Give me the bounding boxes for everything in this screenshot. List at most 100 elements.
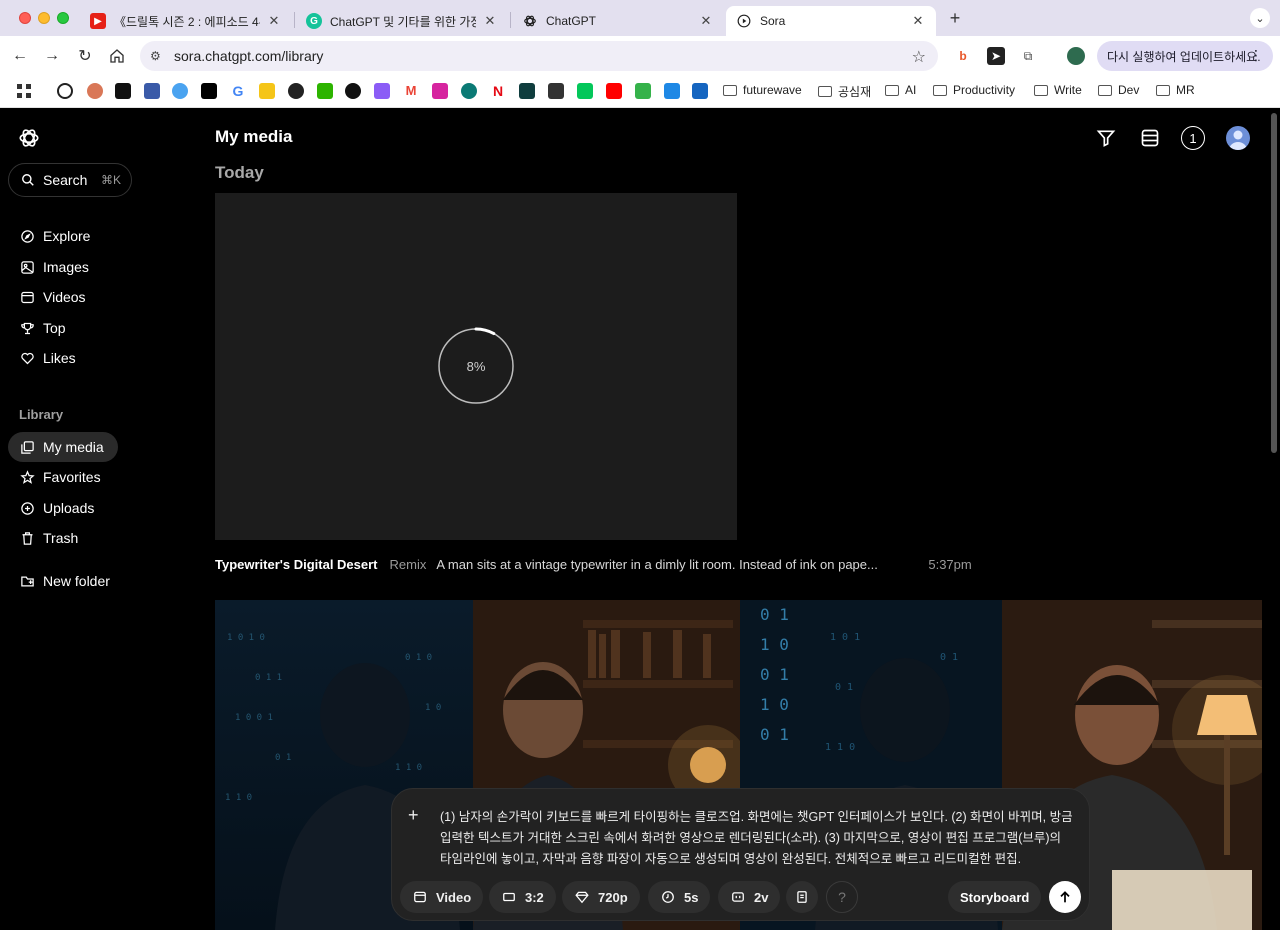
aspect-ratio-button[interactable]: 3:2 [489,881,556,913]
clock-icon [660,889,676,905]
bookmark-folder[interactable]: Dev [1098,83,1139,97]
nav-trash[interactable]: Trash [8,523,118,553]
bookmark-folder[interactable]: Productivity [933,83,1015,97]
browser-tab-sora[interactable]: Sora ✕ [726,6,936,36]
bookmark-icon[interactable] [115,83,131,99]
update-button[interactable]: 다시 실행하여 업데이트하세요. ⋮ [1097,41,1273,71]
bookmark-icon[interactable] [144,83,160,99]
bookmark-icon[interactable] [259,83,275,99]
bookmark-icon[interactable] [664,83,680,99]
nav-uploads[interactable]: Uploads [8,493,118,523]
bookmark-icon[interactable] [172,83,188,99]
nav-favorites[interactable]: Favorites [8,462,118,492]
gmail-bookmark-icon[interactable]: M [403,83,419,99]
bookmark-icon[interactable] [317,83,333,99]
bookmark-icon[interactable] [461,83,477,99]
bookmark-icon[interactable] [374,83,390,99]
video-icon [412,889,428,905]
video-title[interactable]: Typewriter's Digital Desert [215,557,378,572]
netflix-bookmark-icon[interactable]: N [490,83,506,99]
video-tile-generating[interactable]: 8% [215,193,737,540]
remix-tag: Remix [389,557,427,572]
resolution-button[interactable]: 720p [562,881,640,913]
browser-tab-youtube[interactable]: ▶ 《드릴톡 시즌 2 : 에피소드 4-1 – D ✕ [80,6,292,36]
bookmark-folder[interactable]: AI [885,83,916,97]
google-bookmark-icon[interactable]: G [230,83,246,99]
bookmark-icon[interactable] [201,83,217,99]
prompt-composer: + (1) 남자의 손가락이 키보드를 빠르게 타이핑하는 클로즈업. 화면에는… [391,788,1090,921]
address-bar[interactable]: ⚙ sora.chatgpt.com/library ☆ [140,41,938,71]
prompt-input[interactable]: (1) 남자의 손가락이 키보드를 빠르게 타이핑하는 클로즈업. 화면에는 챗… [440,807,1075,870]
naver-bookmark-icon[interactable] [577,83,593,99]
bookmark-folder[interactable]: MR [1156,83,1195,97]
threads-bookmark-icon[interactable] [345,83,361,99]
search-button[interactable]: Search ⌘K [8,163,132,197]
nav-my-media[interactable]: My media [8,432,118,462]
submit-button[interactable] [1049,881,1081,913]
profile-avatar-icon[interactable] [1067,47,1085,65]
document-icon [795,890,809,904]
back-button[interactable]: ← [8,44,32,68]
forward-button[interactable]: → [40,44,64,68]
nav-images[interactable]: Images [8,252,118,282]
bookmark-folder[interactable]: futurewave [723,83,802,97]
help-button[interactable]: ? [826,881,858,913]
nav-explore[interactable]: Explore [8,221,118,251]
aspect-ratio-icon [501,889,517,905]
date-group-label: Today [215,163,264,182]
nav-likes[interactable]: Likes [8,343,118,373]
bookmark-icon[interactable] [519,83,535,99]
close-tab-icon[interactable]: ✕ [910,13,926,29]
site-settings-icon[interactable]: ⚙ [150,49,168,63]
apps-grid-icon[interactable] [16,83,32,99]
close-tab-icon[interactable]: ✕ [266,13,282,29]
youtube-bookmark-icon[interactable] [606,83,622,99]
variations-button[interactable]: 2v [718,881,781,913]
svg-text:1 0 1 0: 1 0 1 0 [227,633,265,643]
new-tab-button[interactable]: + [945,8,965,29]
close-window-button[interactable] [19,12,31,24]
nav-videos[interactable]: Videos [8,282,118,312]
browser-tab-chatgpt[interactable]: ChatGPT ✕ [512,6,724,36]
duration-button[interactable]: 5s [648,881,711,913]
view-toggle-icon[interactable] [1138,126,1162,150]
new-folder-button[interactable]: New folder [8,566,118,596]
bookmark-icon[interactable] [288,83,304,99]
browser-toolbar: ← → ↻ ⚙ sora.chatgpt.com/library ☆ b ➤ ⧉… [0,36,1280,76]
add-attachment-icon[interactable]: + [408,805,419,826]
extensions-puzzle-icon[interactable]: ⧉ [1019,47,1037,65]
storyboard-button[interactable]: Storyboard [948,881,1042,913]
openai-logo-icon[interactable] [18,127,40,149]
claude-bookmark-icon[interactable] [87,83,103,99]
url-text: sora.chatgpt.com/library [174,48,324,64]
nav-top[interactable]: Top [8,313,118,343]
user-avatar[interactable] [1226,126,1250,150]
bookmark-folder[interactable]: 공심재 [818,83,871,100]
browser-menu-icon[interactable]: ⋮ [1249,47,1263,64]
openai-bookmark-icon[interactable] [57,83,73,99]
svg-text:1 0: 1 0 [425,703,441,713]
notification-count-badge[interactable]: 1 [1181,126,1205,150]
page-scrollbar[interactable] [1268,109,1280,930]
home-button[interactable] [105,44,129,68]
svg-text:1 1 0: 1 1 0 [825,742,855,753]
bookmark-star-icon[interactable]: ☆ [912,47,926,67]
close-tab-icon[interactable]: ✕ [482,13,498,29]
type-selector-button[interactable]: Video [400,881,484,913]
browser-tab-grammarly[interactable]: G ChatGPT 및 기타를 위한 가장 정 ✕ [296,6,508,36]
instagram-bookmark-icon[interactable] [432,83,448,99]
filter-icon[interactable] [1094,126,1118,150]
svg-text:1 1 0: 1 1 0 [395,763,422,773]
presets-button[interactable] [786,881,818,913]
extension-icon[interactable]: b [954,47,972,65]
reload-button[interactable]: ↻ [73,44,97,68]
close-tab-icon[interactable]: ✕ [698,13,714,29]
bookmark-icon[interactable] [692,83,708,99]
zoom-window-button[interactable] [57,12,69,24]
bookmark-icon[interactable] [635,83,651,99]
minimize-window-button[interactable] [38,12,50,24]
bookmark-icon[interactable] [548,83,564,99]
send-extension-icon[interactable]: ➤ [987,47,1005,65]
tab-search-button[interactable]: ⌄ [1250,8,1270,28]
bookmark-folder[interactable]: Write [1034,83,1082,97]
